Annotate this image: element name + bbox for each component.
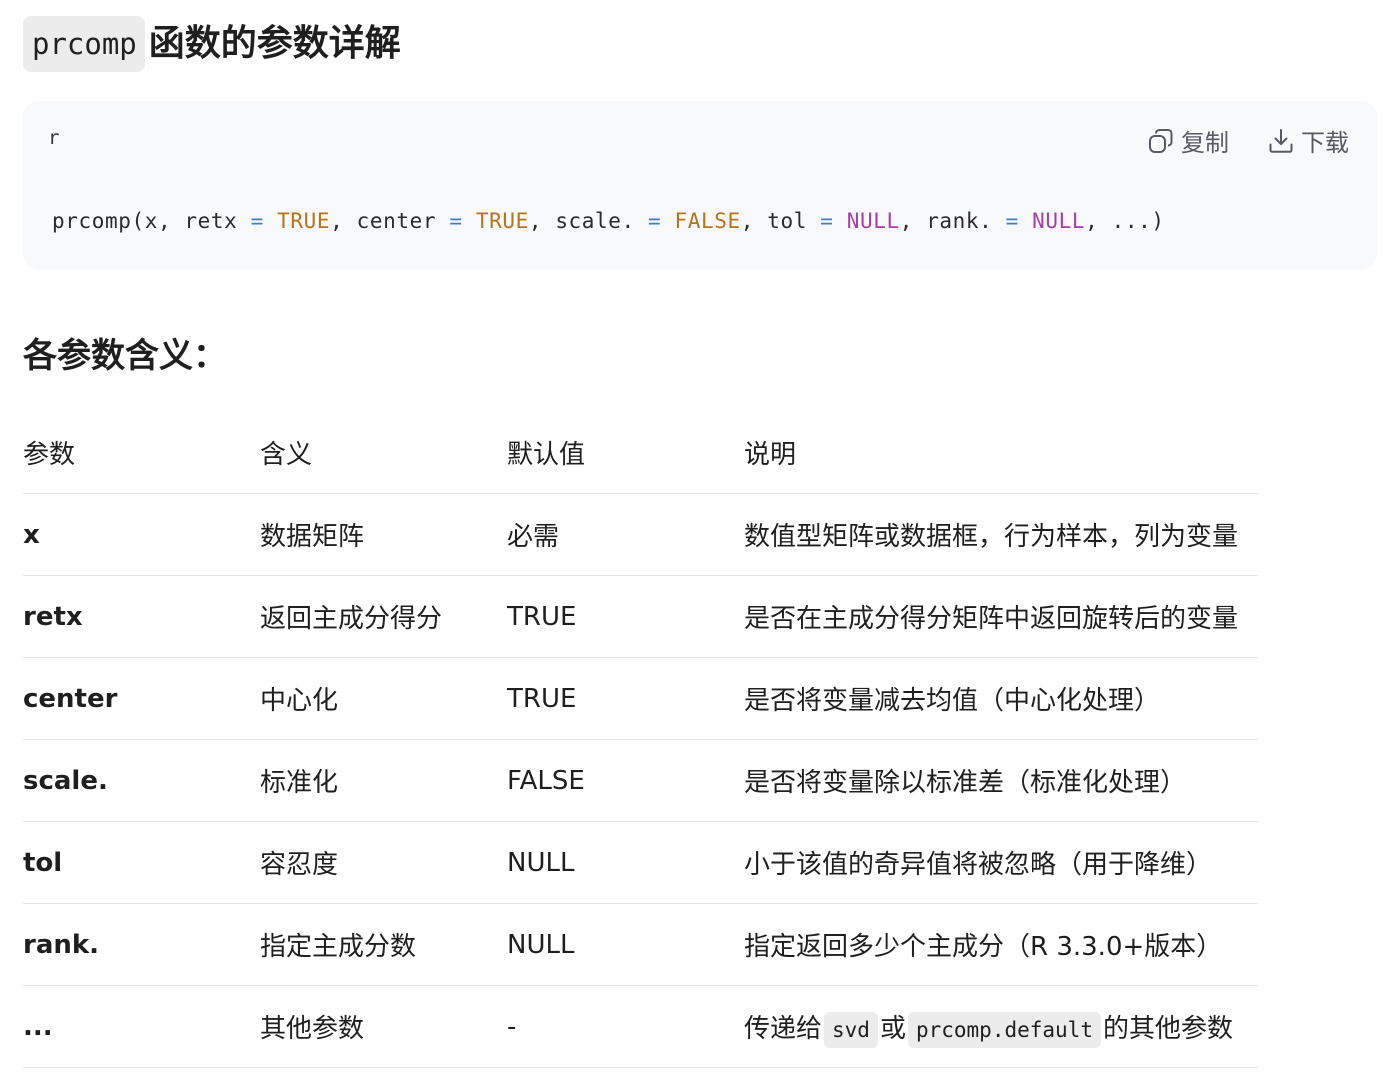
table-row: rank. 指定主成分数 NULL 指定返回多少个主成分（R 3.3.0+版本） [23, 903, 1258, 986]
params-table: 参数 含义 默认值 说明 x 数据矩阵 必需 数值型矩阵或数据框，行为样本，列为… [23, 412, 1258, 1068]
param-default: NULL [507, 903, 744, 986]
header-description: 说明 [744, 412, 1258, 494]
code-boolean: TRUE [475, 209, 529, 233]
param-meaning: 标准化 [260, 739, 507, 822]
code-null: NULL [846, 209, 900, 233]
param-default: 必需 [507, 493, 744, 576]
code-operator: = [1005, 209, 1019, 233]
param-default: - [507, 985, 744, 1068]
code-boolean: TRUE [277, 209, 331, 233]
title-code-word: prcomp [23, 16, 145, 72]
code-null: NULL [1032, 209, 1086, 233]
desc-text: 或 [879, 1014, 906, 1044]
copy-icon [1147, 127, 1175, 155]
section-heading: 各参数含义： [23, 336, 227, 376]
param-name: retx [23, 575, 260, 658]
param-name: rank. [23, 903, 260, 986]
header-meaning: 含义 [260, 412, 507, 494]
param-name: scale. [23, 739, 260, 822]
header-param: 参数 [23, 412, 260, 494]
param-description: 是否将变量减去均值（中心化处理） [744, 657, 1258, 740]
download-button[interactable]: 下载 [1267, 123, 1349, 158]
code-operator: = [648, 209, 662, 233]
table-row: x 数据矩阵 必需 数值型矩阵或数据框，行为样本，列为变量 [23, 493, 1258, 576]
code-operator: = [449, 209, 463, 233]
code-token: , tol [740, 209, 821, 233]
param-meaning: 返回主成分得分 [260, 575, 507, 658]
code-line: prcomp(x, retx = TRUE, center = TRUE, sc… [52, 209, 1165, 233]
page-title: prcomp 函数的参数详解 [23, 16, 1377, 72]
header-default: 默认值 [507, 412, 744, 494]
copy-label: 复制 [1181, 129, 1229, 157]
code-token: , ...) [1085, 209, 1165, 233]
code-token: , scale. [528, 209, 649, 233]
param-meaning: 容忍度 [260, 821, 507, 904]
code-token: , rank. [899, 209, 1006, 233]
param-meaning: 中心化 [260, 657, 507, 740]
download-label: 下载 [1301, 129, 1349, 157]
page: prcomp 函数的参数详解 r 复制 下载 prcomp(x, retx = … [23, 0, 1377, 1068]
code-token: prcomp(x, retx [52, 209, 251, 233]
param-default: TRUE [507, 575, 744, 658]
param-description: 指定返回多少个主成分（R 3.3.0+版本） [744, 903, 1258, 986]
param-name: tol [23, 821, 260, 904]
param-name: center [23, 657, 260, 740]
param-default: NULL [507, 821, 744, 904]
param-name: x [23, 493, 260, 576]
table-row: tol 容忍度 NULL 小于该值的奇异值将被忽略（用于降维） [23, 821, 1258, 904]
param-description: 是否将变量除以标准差（标准化处理） [744, 739, 1258, 822]
param-default: TRUE [507, 657, 744, 740]
param-description: 传递给 svd 或 prcomp.default 的其他参数 [744, 985, 1258, 1068]
param-meaning: 其他参数 [260, 985, 507, 1068]
param-name: ... [23, 985, 260, 1068]
code-block: r 复制 下载 prcomp(x, retx = TRUE, center = … [23, 101, 1377, 270]
desc-text: 的其他参数 [1102, 1014, 1233, 1044]
desc-text: 传递给 [744, 1014, 823, 1044]
code-language-label: r [48, 127, 60, 149]
param-description: 小于该值的奇异值将被忽略（用于降维） [744, 821, 1258, 904]
table-row: ... 其他参数 - 传递给 svd 或 prcomp.default 的其他参数 [23, 985, 1258, 1068]
code-actions: 复制 下载 [1147, 123, 1349, 158]
table-row: scale. 标准化 FALSE 是否将变量除以标准差（标准化处理） [23, 739, 1258, 822]
code-token: , center [330, 209, 450, 233]
table-row: retx 返回主成分得分 TRUE 是否在主成分得分矩阵中返回旋转后的变量 [23, 575, 1258, 658]
param-meaning: 指定主成分数 [260, 903, 507, 986]
title-text: 函数的参数详解 [148, 23, 401, 64]
param-meaning: 数据矩阵 [260, 493, 507, 576]
code-operator: = [250, 209, 264, 233]
param-description: 数值型矩阵或数据框，行为样本，列为变量 [744, 493, 1258, 576]
code-boolean: FALSE [674, 209, 741, 233]
inline-code-prcomp-default: prcomp.default [907, 1012, 1101, 1048]
param-default: FALSE [507, 739, 744, 822]
copy-button[interactable]: 复制 [1147, 123, 1229, 158]
param-description: 是否在主成分得分矩阵中返回旋转后的变量 [744, 575, 1258, 658]
code-operator: = [820, 209, 834, 233]
table-row: center 中心化 TRUE 是否将变量减去均值（中心化处理） [23, 657, 1258, 740]
inline-code-svd: svd [824, 1012, 878, 1048]
download-icon [1267, 127, 1295, 155]
table-header-row: 参数 含义 默认值 说明 [23, 412, 1258, 494]
